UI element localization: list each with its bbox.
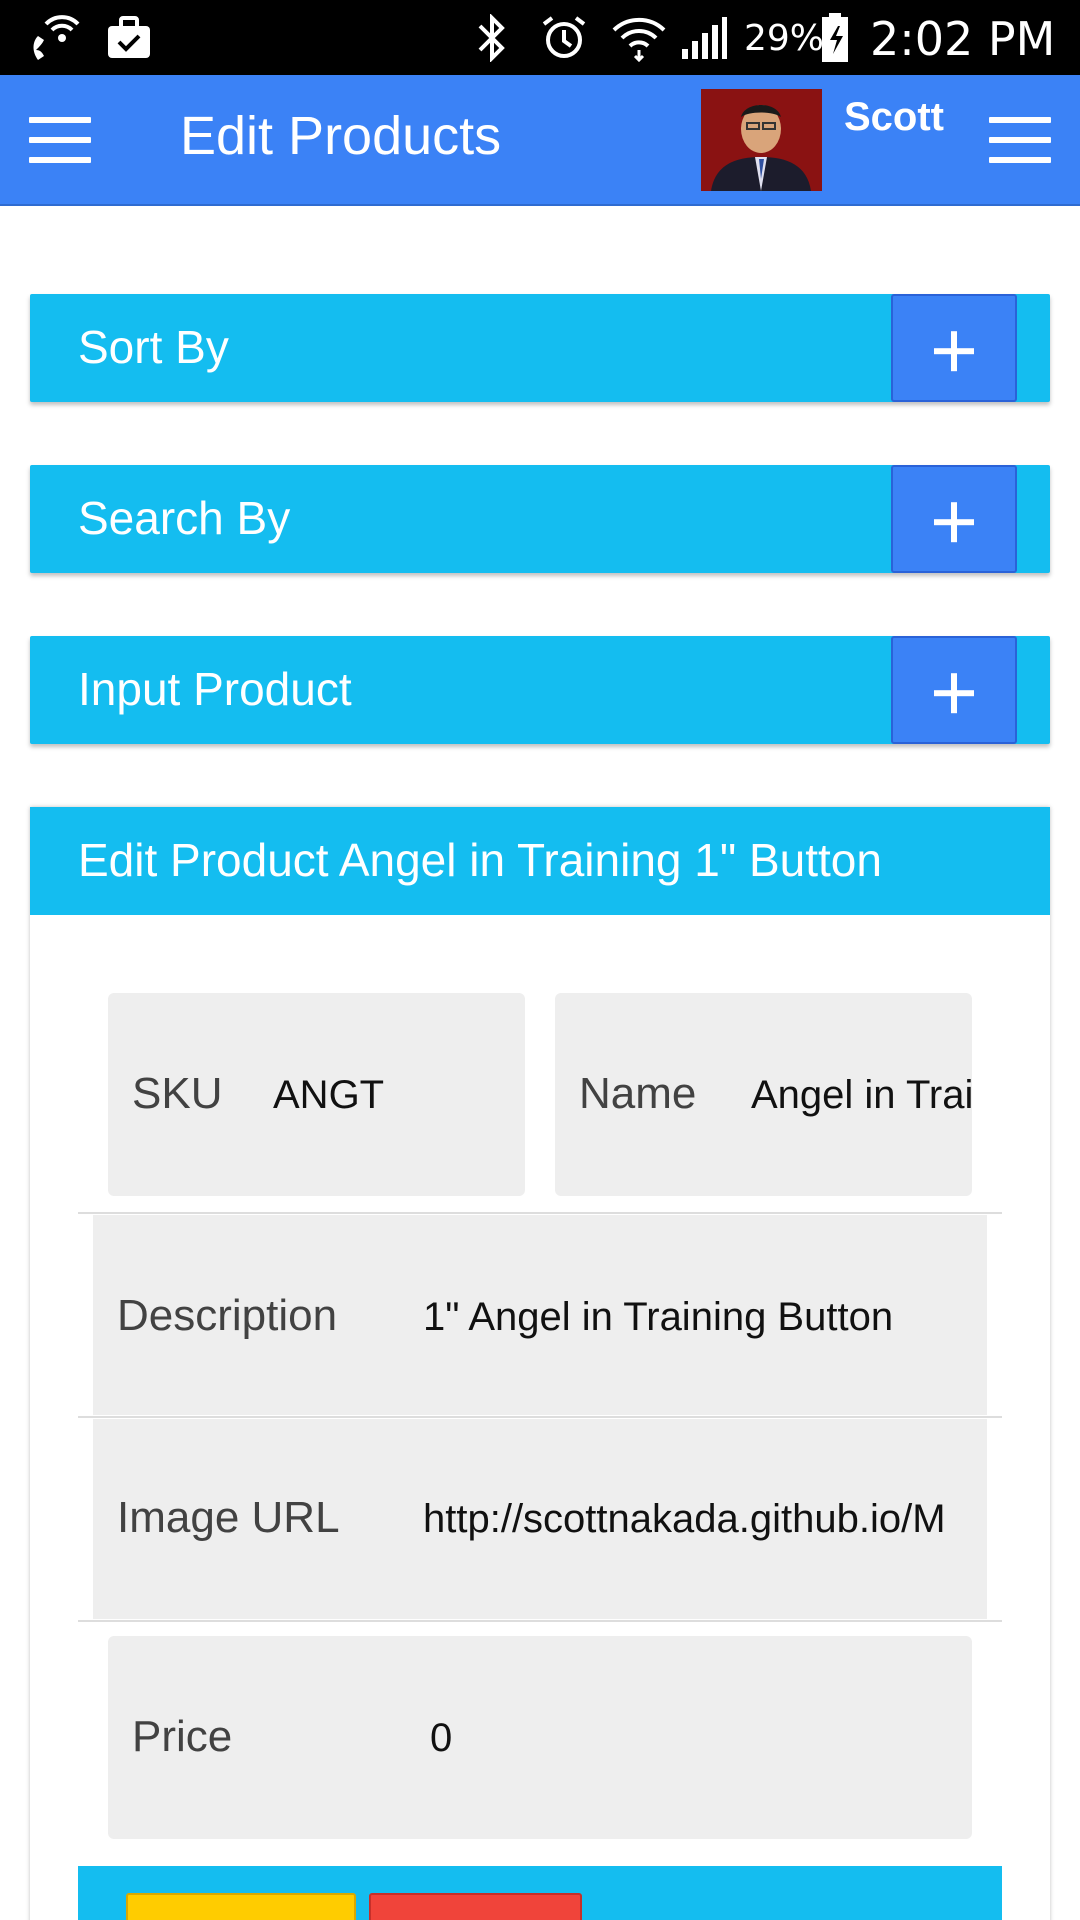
bluetooth-icon	[474, 14, 510, 62]
plus-icon	[934, 502, 974, 543]
divider	[78, 1416, 1002, 1418]
menu-icon[interactable]	[29, 117, 91, 163]
sku-field[interactable]: SKU ANGT	[108, 993, 525, 1196]
name-value[interactable]: Angel in Training 1" Button	[751, 1073, 972, 1118]
status-bar: 29% 2:02 PM	[0, 0, 1080, 75]
wifi-calling-icon	[30, 14, 82, 62]
update-button[interactable]	[126, 1893, 356, 1920]
input-product-expand-button[interactable]	[891, 636, 1017, 744]
description-label: Description	[117, 1291, 338, 1340]
edit-product-header: Edit Product Angel in Training 1" Button	[30, 807, 1050, 915]
plus-icon	[934, 331, 974, 372]
menu-icon[interactable]	[989, 117, 1051, 163]
description-value[interactable]: 1" Angel in Training Button	[423, 1295, 893, 1340]
user-name: Scott	[844, 95, 944, 139]
sku-value[interactable]: ANGT	[273, 1073, 384, 1118]
input-product-label: Input Product	[78, 663, 352, 715]
alarm-icon	[540, 14, 588, 62]
clock-time: 2:02 PM	[870, 12, 1056, 66]
divider	[78, 1620, 1002, 1622]
search-by-section[interactable]: Search By	[30, 465, 1050, 573]
price-value[interactable]: 0	[430, 1716, 452, 1761]
battery-icon	[820, 13, 850, 62]
price-label: Price	[132, 1712, 233, 1761]
sku-label: SKU	[132, 1069, 223, 1118]
image-url-label: Image URL	[117, 1493, 340, 1542]
name-label: Name	[579, 1069, 697, 1118]
divider	[78, 1212, 1002, 1214]
wifi-icon	[612, 14, 666, 62]
delete-button[interactable]	[369, 1893, 582, 1920]
battery-percentage: 29%	[744, 18, 825, 59]
sort-by-label: Sort By	[78, 321, 229, 373]
search-by-expand-button[interactable]	[891, 465, 1017, 573]
avatar[interactable]	[701, 89, 822, 191]
page-title: Edit Products	[180, 106, 502, 166]
signal-icon	[680, 14, 728, 62]
edit-product-title: Edit Product Angel in Training 1" Button	[78, 834, 882, 886]
input-product-section[interactable]: Input Product	[30, 636, 1050, 744]
search-by-label: Search By	[78, 492, 291, 544]
description-field[interactable]: Description 1" Angel in Training Button	[93, 1215, 987, 1415]
name-field[interactable]: Name Angel in Training 1" Button	[555, 993, 972, 1196]
plus-icon	[934, 673, 974, 714]
image-url-field[interactable]: Image URL http://scottnakada.github.io/M	[93, 1419, 987, 1619]
app-bar: Edit Products Scott	[0, 75, 1080, 206]
sort-by-expand-button[interactable]	[891, 294, 1017, 402]
sort-by-section[interactable]: Sort By	[30, 294, 1050, 402]
image-url-value[interactable]: http://scottnakada.github.io/M	[423, 1497, 946, 1542]
briefcase-icon	[106, 14, 152, 62]
price-field[interactable]: Price 0	[108, 1636, 972, 1839]
